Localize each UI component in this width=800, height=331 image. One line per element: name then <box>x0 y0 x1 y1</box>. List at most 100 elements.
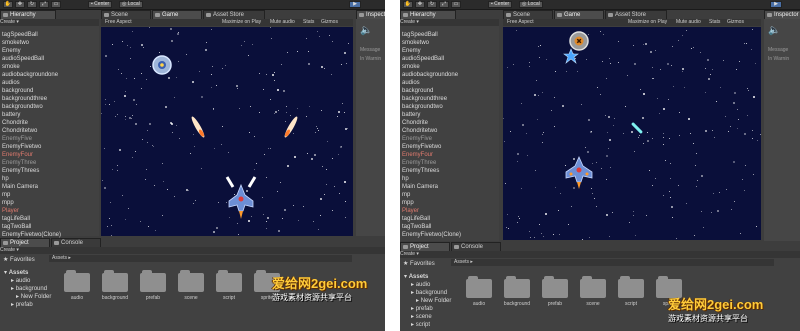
hierarchy-item[interactable]: background <box>0 87 99 95</box>
hierarchy-item[interactable]: tagTwoBall <box>0 223 99 231</box>
favorites-item[interactable]: ★ Favorites <box>3 256 35 264</box>
game-viewport[interactable] <box>101 27 353 236</box>
hierarchy-item[interactable]: Enemy <box>400 47 499 55</box>
tab-asset-store[interactable]: Asset Store <box>605 10 667 19</box>
tab-inspector[interactable]: Inspector <box>764 10 800 19</box>
project-create-button[interactable]: Create <box>400 251 415 257</box>
hierarchy-item[interactable]: backgroundthree <box>400 95 499 103</box>
gizmos-dropdown[interactable]: Gizmos <box>321 19 338 26</box>
tab-game[interactable]: Game <box>554 10 604 19</box>
hierarchy-item[interactable]: background <box>400 87 499 95</box>
hierarchy-item[interactable]: smoketwo <box>400 39 499 47</box>
hierarchy-item[interactable]: backgroundthree <box>0 95 99 103</box>
hand-tool-button[interactable]: ✋ <box>403 1 413 8</box>
tree-folder-item[interactable]: ▾ Assets <box>4 269 51 277</box>
hierarchy-item[interactable]: Chondrite <box>400 119 499 127</box>
rotate-tool-button[interactable]: ↻ <box>427 1 437 8</box>
project-create-button[interactable]: Create <box>0 247 15 253</box>
hierarchy-item[interactable]: battery <box>400 111 499 119</box>
gizmos-dropdown[interactable]: Gizmos <box>727 19 744 26</box>
pivot-local-toggle[interactable]: ◎ Local <box>119 1 143 8</box>
hierarchy-item[interactable]: audios <box>0 79 99 87</box>
hierarchy-item[interactable]: Chondritetwo <box>0 127 99 135</box>
hierarchy-item[interactable]: EnemyThree <box>0 159 99 167</box>
tab-inspector[interactable]: Inspector <box>356 10 385 19</box>
stats-button[interactable]: Stats <box>709 19 720 26</box>
hierarchy-item[interactable]: EnemyFive <box>400 135 499 143</box>
play-button[interactable]: ▶ <box>349 1 361 8</box>
game-viewport[interactable]: ✖ <box>503 27 761 240</box>
hierarchy-item[interactable]: Player <box>400 207 499 215</box>
asset-folder[interactable]: script <box>612 276 650 307</box>
hierarchy-item[interactable]: Player <box>0 207 99 215</box>
tree-folder-item[interactable]: ▸ script <box>404 321 451 329</box>
tab-console[interactable]: Console <box>51 238 101 247</box>
hierarchy-item[interactable]: hp <box>0 175 99 183</box>
tree-folder-item[interactable]: ▸ New Folder <box>4 293 51 301</box>
tab-hierarchy[interactable]: Hierarchy <box>0 10 56 19</box>
hierarchy-item[interactable]: EnemyFive <box>0 135 99 143</box>
scale-tool-button[interactable]: ⤢ <box>439 1 449 8</box>
tab-project[interactable]: Project <box>400 242 450 251</box>
hierarchy-item[interactable]: Chondritetwo <box>400 127 499 135</box>
move-tool-button[interactable]: ✥ <box>15 1 25 8</box>
tab-project[interactable]: Project <box>0 238 50 247</box>
hierarchy-item[interactable]: mp <box>0 191 99 199</box>
tab-console[interactable]: Console <box>451 242 501 251</box>
favorites-item[interactable]: ★ Favorites <box>403 260 435 268</box>
asset-folder[interactable]: script <box>210 270 248 301</box>
pivot-center-toggle[interactable]: ▪ Center <box>488 1 513 8</box>
hierarchy-item[interactable]: backgroundtwo <box>0 103 99 111</box>
hierarchy-item[interactable]: EnemyFivetwo <box>400 143 499 151</box>
tree-folder-item[interactable]: ▸ prefab <box>4 301 51 309</box>
hierarchy-item[interactable]: tagSpeedBall <box>0 31 99 39</box>
hierarchy-create-button[interactable]: Create <box>400 19 415 25</box>
tree-folder-item[interactable]: ▸ audio <box>4 277 51 285</box>
asset-folder[interactable]: prefab <box>536 276 574 307</box>
hierarchy-item[interactable]: EnemyThree <box>400 159 499 167</box>
aspect-dropdown[interactable]: Free Aspect <box>105 19 132 26</box>
maximize-on-play-button[interactable]: Maximize on Play <box>628 19 667 26</box>
tab-scene[interactable]: Scene <box>101 10 151 19</box>
tab-asset-store[interactable]: Asset Store <box>203 10 265 19</box>
hierarchy-item[interactable]: hp <box>400 175 499 183</box>
tab-game[interactable]: Game <box>152 10 202 19</box>
hierarchy-item[interactable]: Enemy <box>0 47 99 55</box>
hierarchy-item[interactable]: EnemyFivetwo(Clone) <box>400 231 499 239</box>
tab-hierarchy[interactable]: Hierarchy <box>400 10 456 19</box>
hierarchy-item[interactable]: smoke <box>0 63 99 71</box>
hierarchy-item[interactable]: tagTwoBall <box>400 223 499 231</box>
hierarchy-item[interactable]: audios <box>400 79 499 87</box>
pivot-center-toggle[interactable]: ▪ Center <box>88 1 113 8</box>
hierarchy-item[interactable]: Main Camera <box>0 183 99 191</box>
asset-folder[interactable]: scene <box>172 270 210 301</box>
tree-folder-item[interactable]: ▸ scene <box>404 313 451 321</box>
hierarchy-item[interactable]: EnemyFivetwo <box>0 143 99 151</box>
rect-tool-button[interactable]: ▭ <box>51 1 61 8</box>
tab-scene[interactable]: Scene <box>503 10 553 19</box>
hierarchy-item[interactable]: smoke <box>400 63 499 71</box>
tree-folder-item[interactable]: ▾ Assets <box>404 273 451 281</box>
maximize-on-play-button[interactable]: Maximize on Play <box>222 19 261 26</box>
scale-tool-button[interactable]: ⤢ <box>39 1 49 8</box>
hand-tool-button[interactable]: ✋ <box>3 1 13 8</box>
hierarchy-item[interactable]: backgroundtwo <box>400 103 499 111</box>
tree-folder-item[interactable]: ▸ background <box>404 289 451 297</box>
hierarchy-item[interactable]: EnemyThrees <box>0 167 99 175</box>
hierarchy-item[interactable]: mp <box>400 191 499 199</box>
move-tool-button[interactable]: ✥ <box>415 1 425 8</box>
tree-folder-item[interactable]: ▸ background <box>4 285 51 293</box>
tree-folder-item[interactable]: ▸ prefab <box>404 305 451 313</box>
aspect-dropdown[interactable]: Free Aspect <box>507 19 534 26</box>
hierarchy-item[interactable]: battery <box>0 111 99 119</box>
hierarchy-item[interactable]: Main Camera <box>400 183 499 191</box>
hierarchy-item[interactable]: tagLifeBall <box>400 215 499 223</box>
hierarchy-item[interactable]: audioSpeedBall <box>400 55 499 63</box>
hierarchy-item[interactable]: audiobackgroundone <box>400 71 499 79</box>
hierarchy-item[interactable]: tagLifeBall <box>0 215 99 223</box>
hierarchy-item[interactable]: EnemyFour <box>400 151 499 159</box>
asset-folder[interactable]: background <box>498 276 536 307</box>
asset-folder[interactable]: scene <box>574 276 612 307</box>
hierarchy-item[interactable]: EnemyThrees <box>400 167 499 175</box>
tree-folder-item[interactable]: ▸ New Folder <box>404 297 451 305</box>
